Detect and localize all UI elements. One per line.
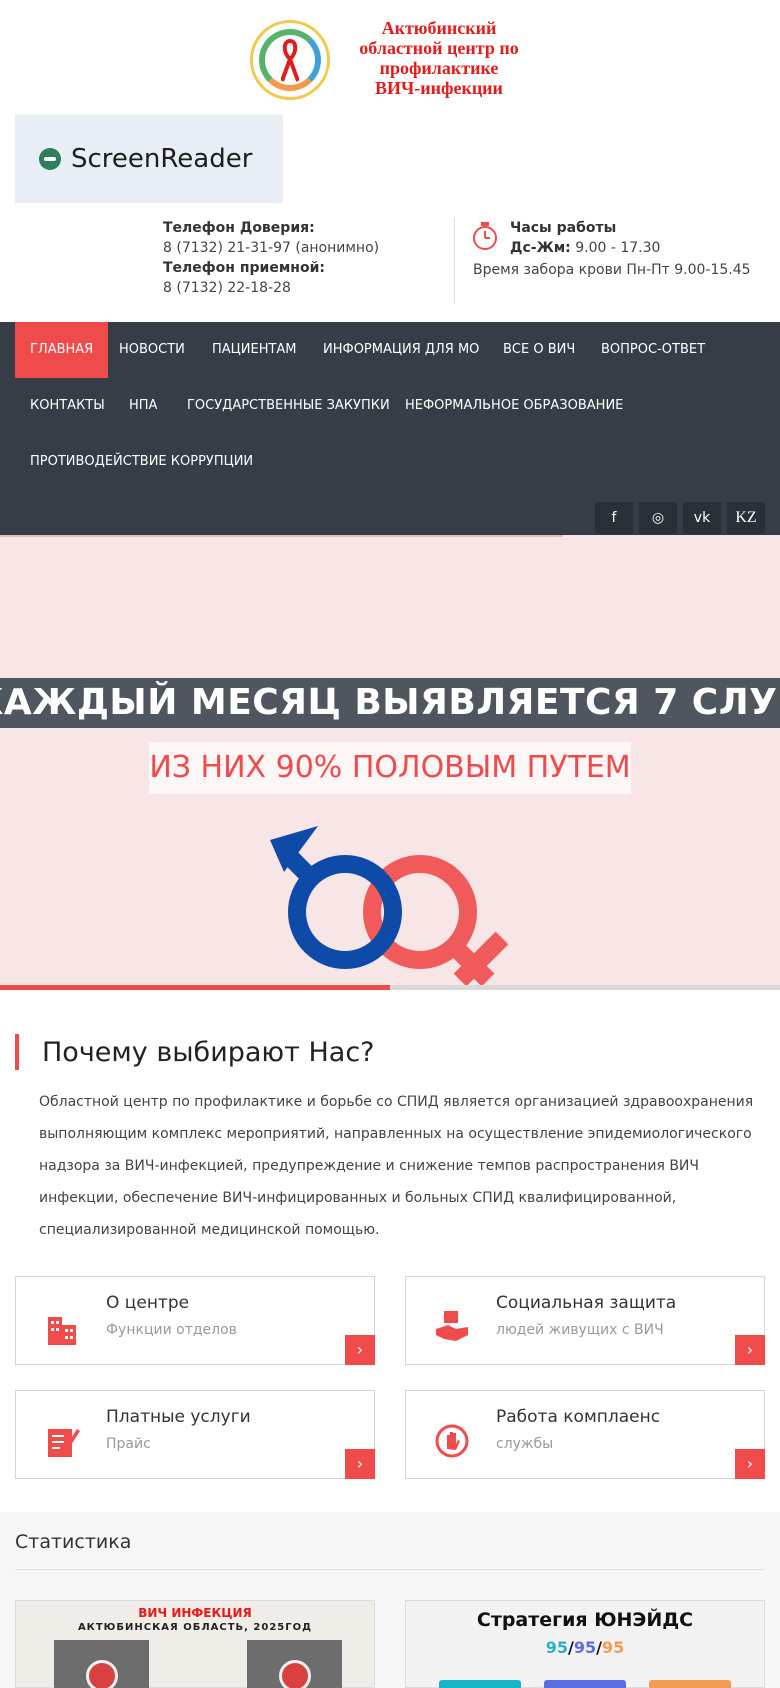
gender-symbols-icon	[270, 826, 509, 985]
nav-item-about-hiv[interactable]: ВСЕ О ВИЧ	[488, 322, 590, 378]
nav-item-patients[interactable]: ПАЦИЕНТАМ	[197, 322, 312, 378]
hours-title: Часы работы	[510, 220, 617, 236]
site-title: Актюбинский областной центр по профилакт…	[359, 18, 519, 98]
edit-document-icon	[48, 1429, 80, 1457]
facebook-icon[interactable]: f	[595, 502, 633, 534]
instagram-icon[interactable]: ◎	[639, 502, 677, 534]
section-accent-bar	[15, 1034, 19, 1070]
chevron-right-icon[interactable]: ›	[735, 1449, 765, 1479]
stopwatch-icon	[473, 222, 497, 250]
target-bar-3	[649, 1680, 731, 1688]
hero-top-line	[0, 535, 563, 537]
unaids-targets: 95/95/95	[545, 1638, 625, 1657]
nav-item-anti-corruption[interactable]: ПРОТИВОДЕЙСТВИЕ КОРРУПЦИИ	[15, 434, 268, 490]
target-1: 95	[545, 1638, 569, 1657]
vk-icon[interactable]: vk	[683, 502, 721, 534]
nav-item-npa[interactable]: НПА	[114, 378, 172, 434]
hours-time: 9.00 - 17.30	[575, 240, 661, 256]
trust-phone[interactable]: 8 (7132) 21-31-97 (анонимно)	[163, 238, 379, 258]
screenreader-label: ScreenReader	[71, 144, 253, 174]
card-title: О центре	[106, 1293, 190, 1313]
card-subtitle: Прайс	[106, 1436, 151, 1452]
stop-hand-icon	[435, 1424, 469, 1458]
chevron-right-icon[interactable]: ›	[345, 1335, 375, 1365]
card-title: Работа комплаенс	[496, 1407, 661, 1427]
target-3: 95	[601, 1638, 625, 1657]
card-compliance[interactable]: Работа комплаенс службы ›	[405, 1390, 765, 1479]
hero-slider[interactable]: КАЖДЫЙ МЕСЯЦ ВЫЯВЛЯЕТСЯ 7 СЛУЧАЕВ ВИЧ ИЗ…	[0, 535, 780, 985]
speech-icon	[39, 148, 61, 170]
why-us-title: Почему выбирают Нас?	[42, 1037, 375, 1068]
reception-phone[interactable]: 8 (7132) 22-18-28	[163, 278, 379, 298]
slider-progress	[0, 985, 780, 990]
statistics-divider	[15, 1569, 765, 1570]
hiv-stats-subtitle: АКТЮБИНСКАЯ ОБЛАСТЬ, 2025ГОД	[77, 1622, 313, 1633]
blood-collection-hours: Время забора крови Пн-Пт 9.00-15.45	[473, 262, 751, 278]
nav-item-contacts[interactable]: КОНТАКТЫ	[15, 378, 120, 434]
handshake-icon	[436, 1311, 468, 1341]
chevron-right-icon[interactable]: ›	[345, 1449, 375, 1479]
chevron-right-icon[interactable]: ›	[735, 1335, 765, 1365]
nav-item-informal-education[interactable]: НЕФОРМАЛЬНОЕ ОБРАЗОВАНИЕ	[390, 378, 638, 434]
statistics-title: Статистика	[15, 1531, 132, 1553]
why-us-text: Областной центр по профилактике и борьбе…	[39, 1094, 754, 1238]
site-logo[interactable]: Актюбинский областной центр по профилакт…	[250, 18, 540, 102]
screenreader-button[interactable]: ScreenReader	[15, 115, 283, 203]
working-hours: Часы работы Дс-Жм: 9.00 - 17.30	[510, 218, 660, 258]
card-title: Социальная защита	[496, 1293, 677, 1313]
hiv-stats-title: ВИЧ ИНФЕКЦИЯ	[138, 1606, 252, 1620]
emblem-icon	[86, 1660, 118, 1688]
target-bar-2	[544, 1680, 626, 1688]
reception-phone-label: Телефон приемной:	[163, 260, 325, 276]
hours-days: Дс-Жм:	[510, 240, 571, 256]
card-subtitle: Функции отделов	[106, 1322, 237, 1338]
card-subtitle: людей живущих с ВИЧ	[496, 1322, 664, 1338]
emblem-icon	[279, 1660, 311, 1688]
nav-item-info-mo[interactable]: ИНФОРМАЦИЯ ДЛЯ МО	[308, 322, 494, 378]
card-about-center[interactable]: О центре Функции отделов ›	[15, 1276, 375, 1365]
nav-item-procurement[interactable]: ГОСУДАРСТВЕННЫЕ ЗАКУПКИ	[172, 378, 405, 434]
contact-divider	[454, 218, 455, 303]
slider-progress-fill	[0, 985, 390, 990]
nav-item-home[interactable]: ГЛАВНАЯ	[15, 322, 109, 378]
unaids-title: Стратегия ЮНЭЙДС	[476, 1609, 694, 1631]
emblem-icon	[250, 20, 330, 100]
card-paid-services[interactable]: Платные услуги Прайс ›	[15, 1390, 375, 1479]
language-kz-button[interactable]: KZ	[727, 502, 765, 534]
nav-item-news[interactable]: НОВОСТИ	[104, 322, 200, 378]
card-title: Платные услуги	[106, 1407, 251, 1427]
building-icon	[48, 1317, 76, 1345]
card-subtitle: службы	[496, 1436, 554, 1452]
target-bar-1	[439, 1680, 521, 1688]
hero-subtitle: ИЗ НИХ 90% ПОЛОВЫМ ПУТЕМ	[149, 742, 631, 794]
hero-banner-text: КАЖДЫЙ МЕСЯЦ ВЫЯВЛЯЕТСЯ 7 СЛУЧАЕВ ВИЧ	[0, 682, 780, 723]
trust-phone-label: Телефон Доверия:	[163, 220, 315, 236]
contact-info: Телефон Доверия: 8 (7132) 21-31-97 (анон…	[163, 218, 379, 298]
card-social-protection[interactable]: Социальная защита людей живущих с ВИЧ ›	[405, 1276, 765, 1365]
target-2: 95	[573, 1638, 597, 1657]
nav-item-faq[interactable]: ВОПРОС-ОТВЕТ	[586, 322, 720, 378]
